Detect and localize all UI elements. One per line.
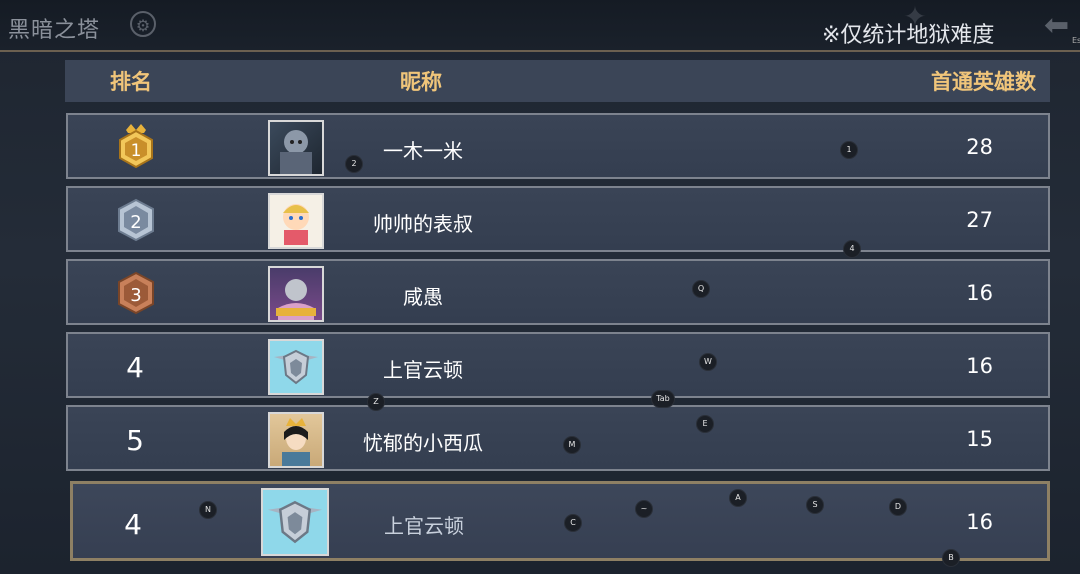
player-nickname: 帅帅的表叔: [373, 212, 473, 236]
back-key-hint: Esc: [1072, 36, 1080, 45]
top-bar: 黑暗之塔 ⚙ ✦ ※仅统计地狱难度 ⬅ Esc: [0, 0, 1080, 52]
first-clear-count: 16: [966, 281, 993, 305]
key-hint: M: [564, 437, 580, 453]
first-clear-count: 16: [966, 354, 993, 378]
my-rank-row[interactable]: 4 上官云顿 16: [70, 481, 1050, 561]
first-clear-count: 27: [966, 208, 993, 232]
player-avatar: [268, 339, 324, 395]
page-title: 黑暗之塔: [8, 18, 101, 43]
player-avatar: [268, 412, 324, 468]
key-hint: W: [700, 354, 716, 370]
hell-difficulty-note: ※仅统计地狱难度: [822, 23, 995, 48]
key-hint: S: [807, 497, 823, 513]
key-hint: ~: [636, 501, 652, 517]
player-nickname: 上官云顿: [383, 358, 463, 382]
my-nickname: 上官云顿: [384, 514, 464, 538]
key-hint: N: [200, 502, 216, 518]
key-hint: 4: [844, 241, 860, 257]
header-rank: 排名: [110, 70, 152, 94]
rank-badge-label: 3: [130, 285, 141, 306]
player-nickname: 一木一米: [383, 139, 463, 163]
header-first-clear-count: 首通英雄数: [931, 70, 1036, 94]
rank-number: 4: [124, 508, 142, 541]
header-nickname: 昵称: [400, 70, 442, 94]
my-first-clear-count: 16: [966, 510, 993, 534]
leaderboard-row-2[interactable]: 2 帅帅的表叔 27: [66, 186, 1050, 252]
player-avatar: [268, 266, 324, 322]
winged-shield-emblem-icon: [274, 349, 318, 385]
key-hint: Q: [693, 281, 709, 297]
key-hint: 1: [841, 142, 857, 158]
first-clear-count: 15: [966, 427, 993, 451]
rank-badge-label: 1: [131, 141, 142, 161]
key-hint: Z: [368, 394, 384, 410]
ornate-hero-portrait-icon: [276, 279, 316, 320]
player-nickname: 忧郁的小西瓜: [363, 431, 483, 455]
rank-number: 5: [126, 424, 144, 457]
rank-number: 4: [126, 351, 144, 384]
gold-crown-rank-badge-icon: 1: [119, 124, 153, 169]
cartoon-kid-portrait-icon: [283, 204, 309, 245]
leaderboard-row-5[interactable]: 5 忧郁的小西瓜 15: [66, 405, 1050, 471]
key-hint: C: [565, 515, 581, 531]
leaderboard-row-3[interactable]: 3 咸愚 16: [66, 259, 1050, 325]
key-hint: D: [890, 499, 906, 515]
player-avatar: [268, 193, 324, 249]
leaderboard-header: 排名 昵称 首通英雄数: [65, 60, 1050, 102]
bronze-rank-badge-icon: 3: [118, 271, 154, 315]
winged-shield-emblem-icon: [267, 500, 323, 544]
key-hint: E: [697, 416, 713, 432]
crowned-hero-portrait-icon: [282, 418, 310, 466]
key-hint: Tab: [652, 391, 674, 407]
my-avatar: [261, 488, 329, 556]
player-nickname: 咸愚: [403, 285, 443, 309]
key-hint: 2: [346, 156, 362, 172]
player-avatar: [268, 120, 324, 176]
leaderboard-row-1[interactable]: 1 一木一米 28: [66, 113, 1050, 179]
leaderboard-row-4[interactable]: 4 上官云顿 16: [66, 332, 1050, 398]
key-hint: B: [943, 550, 959, 566]
settings-gear-icon[interactable]: ⚙: [130, 11, 156, 37]
key-hint: A: [730, 490, 746, 506]
first-clear-count: 28: [966, 135, 993, 159]
rank-badge-label: 2: [130, 212, 141, 233]
silver-rank-badge-icon: 2: [118, 198, 154, 242]
armored-hero-portrait-icon: [280, 130, 312, 174]
